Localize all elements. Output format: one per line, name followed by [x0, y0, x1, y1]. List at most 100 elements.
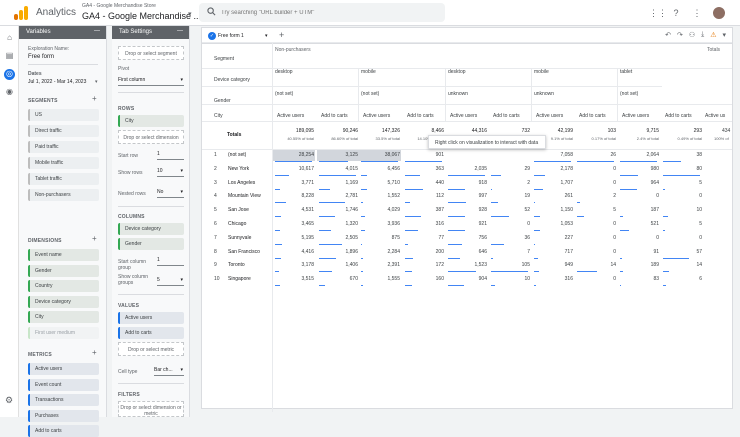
- minimize-icon[interactable]: —: [94, 28, 100, 34]
- data-cell[interactable]: 1,707: [534, 180, 573, 186]
- data-cell[interactable]: 57: [663, 249, 702, 255]
- data-cell[interactable]: 10,617: [275, 166, 314, 172]
- data-cell[interactable]: 10: [663, 207, 702, 213]
- add-segment-icon[interactable]: +: [92, 94, 97, 103]
- data-cell[interactable]: 4,015: [319, 166, 358, 172]
- search-box[interactable]: [199, 3, 445, 22]
- segment-chip[interactable]: Non-purchasers: [28, 189, 99, 201]
- data-cell[interactable]: 105: [491, 262, 530, 268]
- data-cell[interactable]: 77: [405, 235, 444, 241]
- data-cell[interactable]: 5: [663, 180, 702, 186]
- data-cell[interactable]: 316: [534, 276, 573, 282]
- data-cell[interactable]: 2: [577, 193, 616, 199]
- undo-icon[interactable]: ↶: [665, 31, 671, 39]
- segment-chip[interactable]: Paid traffic: [28, 141, 99, 153]
- home-icon[interactable]: ⌂: [4, 33, 15, 44]
- data-cell[interactable]: 0: [663, 193, 702, 199]
- data-cell[interactable]: 187: [620, 207, 659, 213]
- data-cell[interactable]: 904: [448, 276, 487, 282]
- data-cell[interactable]: 8,228: [275, 193, 314, 199]
- data-cell[interactable]: 2,178: [534, 166, 573, 172]
- data-cell[interactable]: 997: [448, 193, 487, 199]
- data-cell[interactable]: 0: [491, 221, 530, 227]
- segment-chip[interactable]: Tablet traffic: [28, 173, 99, 185]
- data-cell[interactable]: 200: [405, 249, 444, 255]
- data-cell[interactable]: 189: [620, 262, 659, 268]
- dimension-chip[interactable]: Country: [28, 280, 99, 292]
- data-cell[interactable]: 918: [448, 180, 487, 186]
- data-cell[interactable]: 0: [577, 166, 616, 172]
- data-cell[interactable]: 980: [620, 166, 659, 172]
- data-cell[interactable]: 5,195: [275, 235, 314, 241]
- reports-icon[interactable]: ▤: [4, 51, 15, 62]
- data-cell[interactable]: 4,029: [361, 207, 400, 213]
- cell-type-select[interactable]: Bar ch... ▾: [154, 365, 184, 376]
- add-tab-icon[interactable]: +: [279, 30, 284, 40]
- data-cell[interactable]: 387: [405, 207, 444, 213]
- data-cell[interactable]: 964: [620, 180, 659, 186]
- chevron-down-icon[interactable]: ▾: [722, 31, 726, 39]
- data-cell[interactable]: 2,035: [448, 166, 487, 172]
- data-cell[interactable]: 29: [491, 166, 530, 172]
- data-cell[interactable]: 160: [405, 276, 444, 282]
- data-cell[interactable]: 440: [405, 180, 444, 186]
- data-cell[interactable]: 3,178: [275, 262, 314, 268]
- data-cell[interactable]: 1,523: [448, 262, 487, 268]
- data-cell[interactable]: 172: [405, 262, 444, 268]
- data-cell[interactable]: 26: [577, 152, 616, 158]
- dimension-chip[interactable]: Event name: [28, 249, 99, 261]
- data-cell[interactable]: 227: [534, 235, 573, 241]
- data-cell[interactable]: 14: [577, 262, 616, 268]
- data-cell[interactable]: 5,710: [361, 180, 400, 186]
- data-cell[interactable]: 756: [448, 235, 487, 241]
- data-cell[interactable]: 2,284: [361, 249, 400, 255]
- segment-chip[interactable]: Mobile traffic: [28, 157, 99, 169]
- help-icon[interactable]: ?: [670, 8, 682, 18]
- metric-dropzone[interactable]: Drop or select metric: [118, 342, 184, 356]
- metric-chip[interactable]: Active users: [28, 363, 99, 375]
- add-metric-icon[interactable]: +: [92, 348, 97, 357]
- data-cell[interactable]: 875: [361, 235, 400, 241]
- redo-icon[interactable]: ↷: [677, 31, 683, 39]
- data-cell[interactable]: 5: [663, 221, 702, 227]
- share-user-icon[interactable]: ⚇: [689, 31, 695, 39]
- data-cell[interactable]: 316: [405, 221, 444, 227]
- start-row-input[interactable]: 1: [157, 149, 184, 160]
- data-cell[interactable]: 0: [577, 180, 616, 186]
- data-cell[interactable]: 7,058: [534, 152, 573, 158]
- apps-grid-icon[interactable]: ⋮⋮: [649, 8, 667, 19]
- data-cell[interactable]: 921: [448, 221, 487, 227]
- segment-dropzone[interactable]: Drop or select segment: [118, 46, 184, 60]
- data-cell[interactable]: 261: [534, 193, 573, 199]
- data-cell[interactable]: 2,391: [361, 262, 400, 268]
- exploration-name[interactable]: Free form: [28, 54, 54, 60]
- data-cell[interactable]: 112: [405, 193, 444, 199]
- values-chip-active-users[interactable]: Active users: [118, 312, 184, 324]
- data-cell[interactable]: 7: [491, 249, 530, 255]
- data-cell[interactable]: 0: [577, 235, 616, 241]
- data-cell[interactable]: 1,320: [319, 221, 358, 227]
- data-cell[interactable]: 1,896: [319, 249, 358, 255]
- data-cell[interactable]: 3,125: [319, 152, 358, 158]
- advertising-icon[interactable]: ◉: [4, 87, 15, 98]
- data-cell[interactable]: 0: [620, 235, 659, 241]
- data-cell[interactable]: 1,552: [361, 193, 400, 199]
- data-cell[interactable]: 91: [620, 249, 659, 255]
- show-column-select[interactable]: 5 ▾: [157, 275, 184, 286]
- download-icon[interactable]: ⤓: [701, 31, 704, 39]
- data-cell[interactable]: 646: [448, 249, 487, 255]
- data-cell[interactable]: 5: [577, 207, 616, 213]
- filters-dropzone[interactable]: Drop or select dimension or metric: [118, 401, 184, 417]
- tab-free-form-1[interactable]: ✓ Free form 1 ▾: [206, 30, 272, 42]
- data-cell[interactable]: 0: [577, 221, 616, 227]
- analytics-logo-icon[interactable]: [14, 6, 28, 20]
- warning-icon[interactable]: ⚠: [710, 31, 716, 39]
- data-cell[interactable]: 363: [405, 166, 444, 172]
- explore-icon[interactable]: ◎: [4, 69, 15, 80]
- chevron-down-icon[interactable]: ▾: [188, 10, 192, 18]
- data-cell[interactable]: 6,456: [361, 166, 400, 172]
- data-cell[interactable]: 3,465: [275, 221, 314, 227]
- data-cell[interactable]: 2,064: [620, 152, 659, 158]
- data-cell[interactable]: 52: [491, 207, 530, 213]
- data-cell[interactable]: 521: [620, 221, 659, 227]
